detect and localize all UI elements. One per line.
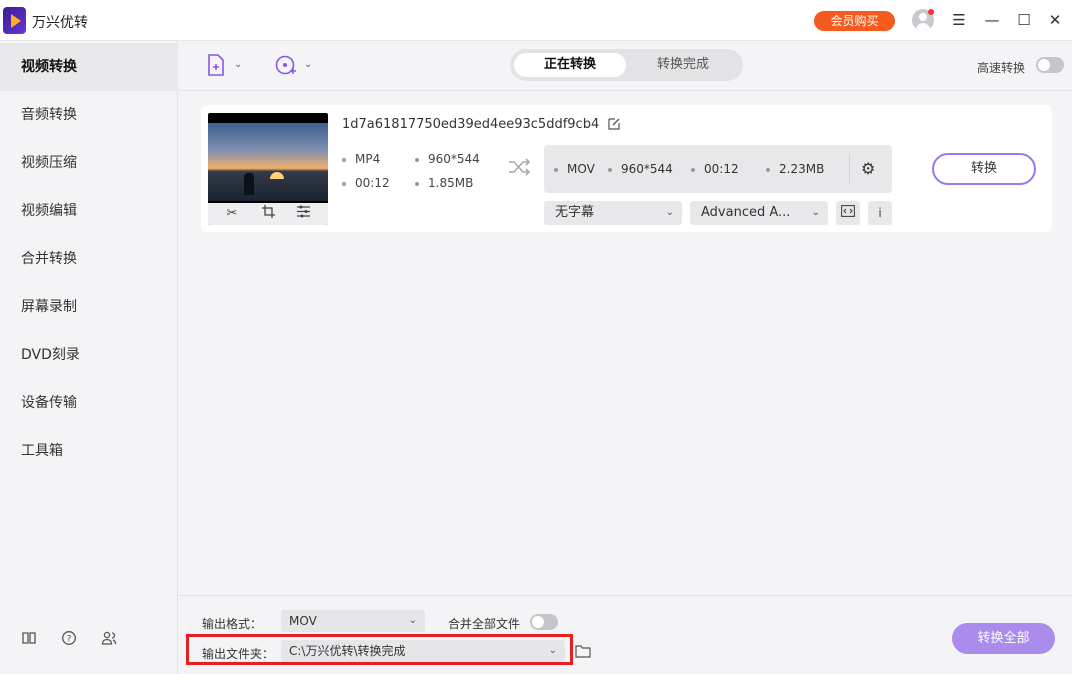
user-group-icon[interactable] — [100, 630, 118, 648]
sidebar-item-video-convert[interactable]: 视频转换 — [0, 43, 178, 91]
close-icon[interactable]: ✕ — [1046, 11, 1064, 29]
video-thumbnail[interactable]: ✂ — [208, 113, 328, 225]
toolbar: ⌄ ⌄ 正在转换 转换完成 高速转换 — [179, 41, 1072, 91]
source-size: 1.85MB — [415, 176, 473, 190]
sidebar-item-merge[interactable]: 合并转换 — [0, 235, 178, 283]
convert-arrow-icon — [508, 157, 532, 182]
chevron-down-icon: ⌄ — [811, 207, 820, 218]
app-logo-icon — [3, 7, 26, 34]
chevron-down-icon: ⌄ — [665, 207, 674, 218]
convert-button[interactable]: 转换 — [932, 153, 1036, 185]
svg-text:?: ? — [67, 635, 72, 645]
sidebar-item-audio-convert[interactable]: 音频转换 — [0, 91, 178, 139]
target-duration: 00:12 — [691, 162, 739, 176]
chevron-down-icon: ⌄ — [548, 645, 557, 656]
target-size: 2.23MB — [766, 162, 824, 176]
crop-icon[interactable] — [259, 205, 277, 223]
file-card: ✂ 1d7a61817750ed39ed4ee93c5ddf9cb4 MP4 9… — [201, 105, 1052, 232]
chevron-down-icon: ⌄ — [408, 615, 417, 626]
output-folder-select[interactable]: C:\万兴优转\转换完成 ⌄ — [281, 640, 565, 662]
maximize-icon[interactable]: ☐ — [1015, 11, 1033, 29]
sidebar-item-video-compress[interactable]: 视频压缩 — [0, 139, 178, 187]
trim-icon[interactable]: ✂ — [223, 205, 241, 223]
tab-converted[interactable]: 转换完成 — [627, 53, 739, 77]
sidebar-item-device-transfer[interactable]: 设备传输 — [0, 379, 178, 427]
subtitle-edit-icon[interactable] — [836, 201, 860, 225]
target-resolution: 960*544 — [608, 162, 673, 176]
thumbnail-image — [208, 123, 328, 201]
edit-icon[interactable] — [607, 117, 621, 135]
footer-bar: 输出格式： MOV ⌄ 合并全部文件 输出文件夹： C:\万兴优转\转换完成 ⌄… — [179, 595, 1072, 674]
thumbnail-tools: ✂ — [208, 203, 328, 225]
chevron-down-icon[interactable]: ⌄ — [304, 59, 312, 70]
source-format: MP4 — [342, 152, 380, 166]
chevron-down-icon[interactable]: ⌄ — [234, 59, 242, 70]
gear-icon[interactable]: ⚙ — [861, 159, 875, 178]
audio-select[interactable]: Advanced A... ⌄ — [690, 201, 828, 225]
sidebar: 视频转换 音频转换 视频压缩 视频编辑 合并转换 屏幕录制 DVD刻录 设备传输… — [0, 41, 178, 674]
sidebar-item-toolbox[interactable]: 工具箱 — [0, 427, 178, 475]
file-name: 1d7a61817750ed39ed4ee93c5ddf9cb4 — [342, 117, 600, 132]
menu-icon[interactable]: ☰ — [950, 11, 968, 29]
target-format: MOV — [554, 162, 595, 176]
minimize-icon[interactable]: — — [983, 11, 1001, 29]
convert-all-button[interactable]: 转换全部 — [952, 623, 1055, 654]
vip-purchase-button[interactable]: 会员购买 — [814, 11, 895, 31]
book-icon[interactable] — [20, 630, 38, 648]
output-format-label: 输出格式： — [202, 617, 263, 631]
merge-label: 合并全部文件 — [448, 617, 521, 631]
conversion-tabs: 正在转换 转换完成 — [510, 49, 743, 81]
sidebar-item-video-edit[interactable]: 视频编辑 — [0, 187, 178, 235]
target-settings[interactable]: MOV 960*544 00:12 2.23MB ⚙ — [544, 145, 892, 193]
merge-toggle[interactable] — [530, 614, 558, 630]
folder-icon[interactable] — [575, 645, 591, 662]
notification-dot — [928, 9, 934, 15]
app-title: 万兴优转 — [32, 15, 88, 31]
output-format-select[interactable]: MOV ⌄ — [281, 610, 425, 632]
sidebar-item-screen-record[interactable]: 屏幕录制 — [0, 283, 178, 331]
add-file-icon[interactable] — [206, 54, 226, 81]
speed-toggle[interactable] — [1036, 57, 1064, 73]
help-icon[interactable]: ? — [60, 630, 78, 648]
source-resolution: 960*544 — [415, 152, 480, 166]
info-icon[interactable]: i — [868, 201, 892, 225]
add-disc-icon[interactable] — [275, 54, 297, 81]
tab-converting[interactable]: 正在转换 — [514, 53, 626, 77]
output-folder-label: 输出文件夹： — [202, 647, 275, 661]
source-duration: 00:12 — [342, 176, 390, 190]
title-bar: 万兴优转 会员购买 ☰ — ☐ ✕ — [0, 0, 1072, 41]
speed-label: 高速转换 — [977, 61, 1026, 75]
sidebar-item-dvd-burn[interactable]: DVD刻录 — [0, 331, 178, 379]
subtitle-select[interactable]: 无字幕 ⌄ — [544, 201, 682, 225]
effects-icon[interactable] — [294, 205, 312, 223]
